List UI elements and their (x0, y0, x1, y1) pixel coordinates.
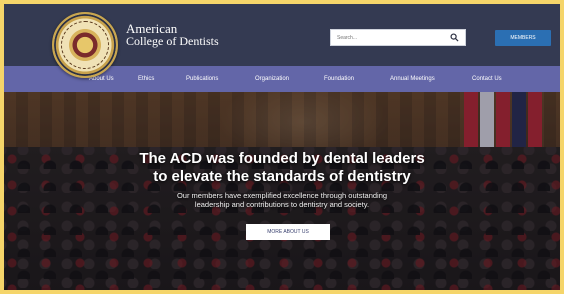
browser-viewport: American College of Dentists MEMBERS Abo… (4, 4, 560, 290)
nav-item-annual-meetings[interactable]: Annual Meetings (390, 66, 435, 92)
search-icon (450, 33, 459, 42)
nav-item-ethics[interactable]: Ethics (138, 66, 154, 92)
nav-item-publications[interactable]: Publications (186, 66, 218, 92)
nav-item-organization[interactable]: Organization (255, 66, 289, 92)
seal-ring (61, 21, 109, 69)
more-about-us-button[interactable]: MORE ABOUT US (246, 224, 330, 240)
acd-seal-logo[interactable] (52, 12, 118, 78)
brand-line-2: College of Dentists (126, 34, 219, 48)
nav-item-contact-us[interactable]: Contact Us (472, 66, 502, 92)
members-button[interactable]: MEMBERS (495, 30, 551, 46)
nav-item-foundation[interactable]: Foundation (324, 66, 354, 92)
search-button[interactable] (444, 30, 465, 45)
hero-headline-line-1: The ACD was founded by dental leaders (139, 150, 425, 167)
brand-wordmark[interactable]: American College of Dentists (126, 22, 219, 48)
hero-headline-line-2: to elevate the standards of dentistry (153, 168, 411, 185)
hero-banner: The ACD was founded by dental leaders to… (4, 92, 560, 290)
hero-subtext-line-2: leadership and contributions to dentistr… (194, 200, 370, 209)
